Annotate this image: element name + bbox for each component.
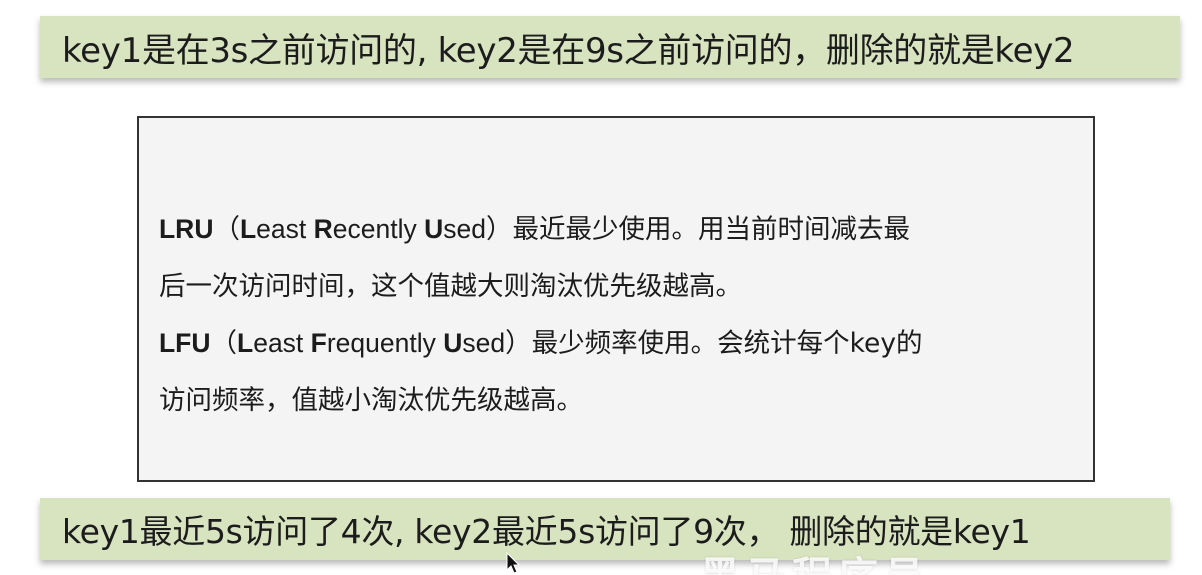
lru-w2-rest: ecently xyxy=(332,214,425,244)
lfu-w1-rest: east xyxy=(253,328,311,358)
lru-open-paren: （ xyxy=(213,214,240,245)
lru-w1-initial: L xyxy=(239,214,257,244)
watermark: 黑马程序员 xyxy=(700,544,930,575)
lfu-definition: LFU（Least Frequently Used）最少频率使用。会统计每个ke… xyxy=(159,315,1073,429)
lru-close-paren: ） xyxy=(485,214,513,245)
bottom-banner: key1最近5s访问了4次, key2最近5s访问了9次， 删除的就是key1 xyxy=(40,498,1170,560)
top-banner-text: key1是在3s之前访问的, key2是在9s之前访问的，删除的就是key2 xyxy=(62,30,1075,71)
lfu-open-paren: （ xyxy=(210,328,238,359)
lru-w2-initial: R xyxy=(313,214,333,244)
lru-definition: LRU（Least Recently Used）最近最少使用。用当前时间减去最后… xyxy=(159,201,1073,315)
lfu-desc-line1: 最少频率使用。会统计每个key的 xyxy=(531,328,923,359)
lfu-close-paren: ） xyxy=(505,328,532,359)
lfu-w3-rest: sed xyxy=(462,328,506,358)
lfu-w1-initial: L xyxy=(237,328,254,358)
definition-card: LRU（Least Recently Used）最近最少使用。用当前时间减去最后… xyxy=(137,116,1095,482)
lru-w3-initial: U xyxy=(424,214,444,244)
lfu-desc-line2: 访问频率，值越小淘汰优先级越高。 xyxy=(159,385,583,416)
lfu-w3-initial: U xyxy=(443,328,463,358)
lru-abbr: LRU xyxy=(159,214,214,244)
lru-desc-line1: 最近最少使用。用当前时间减去最 xyxy=(512,214,910,245)
lru-desc-line2: 后一次访问时间，这个值越大则淘汰优先级越高。 xyxy=(159,271,742,302)
lru-w1-rest: east xyxy=(256,214,314,244)
lru-w3-rest: sed xyxy=(443,214,486,244)
lfu-w2-initial: F xyxy=(310,328,327,358)
lfu-w2-rest: requently xyxy=(326,328,444,358)
top-banner: key1是在3s之前访问的, key2是在9s之前访问的，删除的就是key2 xyxy=(40,16,1180,78)
mouse-pointer-icon xyxy=(506,552,520,574)
lfu-abbr: LFU xyxy=(159,328,211,358)
